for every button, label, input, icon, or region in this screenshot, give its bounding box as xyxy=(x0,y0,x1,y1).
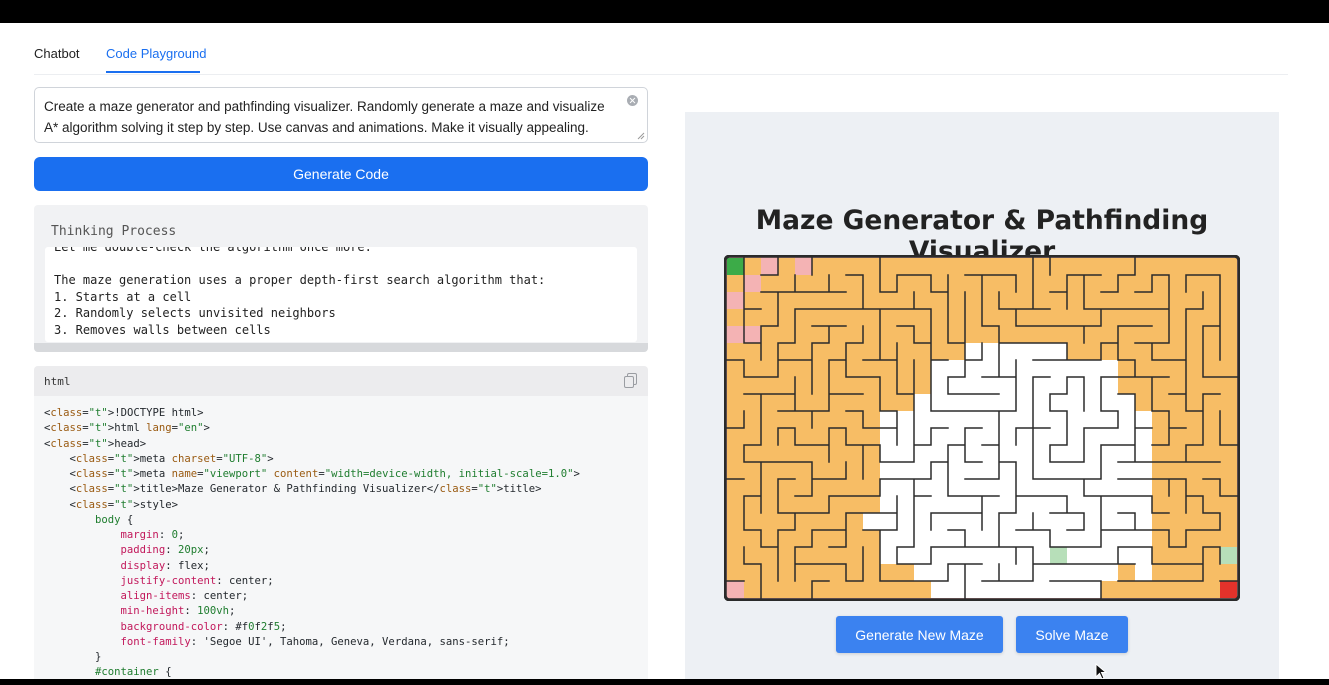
generate-new-maze-button[interactable]: Generate New Maze xyxy=(836,616,1003,653)
code-header: html xyxy=(34,366,648,396)
window-top-bar xyxy=(0,0,1329,23)
copy-icon[interactable] xyxy=(624,373,637,388)
resize-handle-icon[interactable] xyxy=(637,132,645,140)
maze-canvas[interactable] xyxy=(724,255,1240,601)
thinking-process-panel: Thinking Process Let me double-check the… xyxy=(34,205,648,352)
thinking-text: Let me double-check the algorithm once m… xyxy=(54,247,546,337)
generate-code-button[interactable]: Generate Code xyxy=(34,157,648,191)
clear-icon[interactable] xyxy=(627,95,638,106)
thinking-process-title: Thinking Process xyxy=(51,224,177,239)
code-language-label: html xyxy=(44,375,71,388)
window-bottom-bar xyxy=(0,679,1329,685)
solve-maze-button[interactable]: Solve Maze xyxy=(1016,616,1128,653)
active-tab-indicator xyxy=(106,71,200,73)
tab-bar: Chatbot Code Playground xyxy=(34,23,1288,75)
code-panel: html <class="t">!DOCTYPE html> <class="t… xyxy=(34,366,648,679)
prompt-text: Create a maze generator and pathfinding … xyxy=(44,99,605,135)
preview-pane: Maze Generator & Pathfinding Visualizer … xyxy=(685,112,1279,679)
tab-code-playground[interactable]: Code Playground xyxy=(106,46,206,61)
tab-chatbot[interactable]: Chatbot xyxy=(34,46,80,61)
thinking-text-box[interactable]: Let me double-check the algorithm once m… xyxy=(45,247,637,342)
code-block[interactable]: <class="t">!DOCTYPE html> <class="t">htm… xyxy=(44,406,580,679)
prompt-textarea[interactable]: Create a maze generator and pathfinding … xyxy=(34,87,648,143)
thinking-scrollbar[interactable] xyxy=(34,343,648,352)
